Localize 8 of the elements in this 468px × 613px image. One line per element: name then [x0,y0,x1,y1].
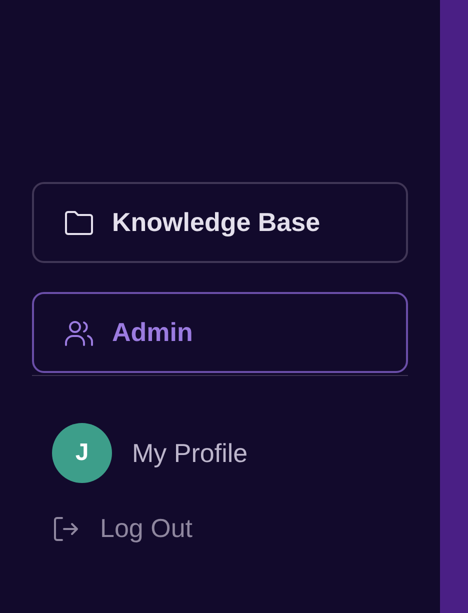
avatar[interactable]: J [52,423,112,483]
profile-link[interactable]: My Profile [132,438,248,468]
users-icon [64,320,94,346]
logout-button[interactable]: Log Out [52,513,193,544]
nav-item[interactable]: Knowledge Base [32,182,408,263]
nav-item[interactable]: Admin [32,292,408,373]
logout-icon [52,514,80,542]
folder-icon [64,210,94,236]
